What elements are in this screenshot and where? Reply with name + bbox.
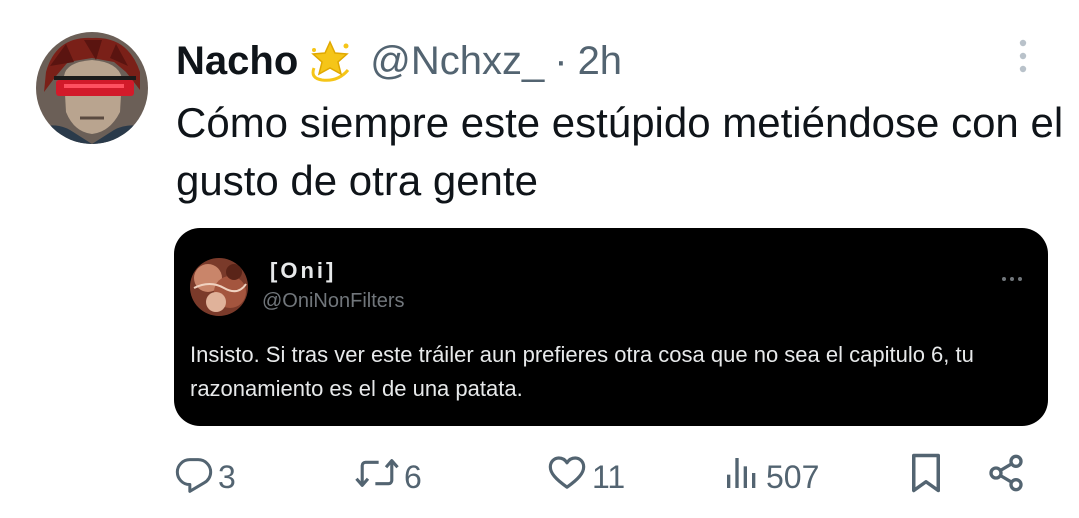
- reply-icon: [174, 453, 214, 501]
- quoted-tweet[interactable]: [Oni] @OniNonFilters Insisto. Si tras ve…: [174, 228, 1048, 426]
- retweet-button[interactable]: 6: [354, 454, 422, 500]
- avatar[interactable]: [36, 32, 148, 144]
- quote-text: Insisto. Si tras ver este tráiler aun pr…: [190, 342, 974, 401]
- quote-author-name[interactable]: [Oni]: [270, 258, 336, 284]
- heart-icon: [546, 453, 588, 501]
- share-icon: [986, 453, 1026, 501]
- quote-avatar[interactable]: [190, 258, 248, 316]
- more-options-icon[interactable]: [1014, 36, 1032, 76]
- reply-count: 3: [218, 458, 236, 495]
- views-button[interactable]: 507: [722, 454, 819, 500]
- dizzy-star-icon: [308, 38, 354, 84]
- author-name[interactable]: Nacho: [176, 39, 298, 84]
- like-count: 11: [592, 458, 626, 495]
- quote-more-icon[interactable]: [1000, 270, 1024, 281]
- retweet-count: 6: [404, 458, 422, 495]
- author-handle[interactable]: @Nchxz_: [370, 39, 544, 84]
- bookmark-button[interactable]: [908, 452, 944, 502]
- share-button[interactable]: [986, 454, 1026, 500]
- separator-dot: ·: [554, 38, 568, 83]
- views-count: 507: [766, 458, 820, 495]
- bookmark-icon: [908, 452, 944, 502]
- views-chart-icon: [722, 453, 762, 501]
- reply-button[interactable]: 3: [174, 454, 236, 500]
- quote-author-handle[interactable]: @OniNonFilters: [262, 290, 405, 313]
- retweet-icon: [354, 453, 400, 501]
- timestamp[interactable]: 2h: [578, 39, 623, 84]
- like-button[interactable]: 11: [546, 454, 625, 500]
- tweet-text: Cómo siempre este estúpido metiéndose co…: [176, 99, 1064, 204]
- tweet-header: Nacho @Nchxz_ · 2h: [176, 36, 622, 86]
